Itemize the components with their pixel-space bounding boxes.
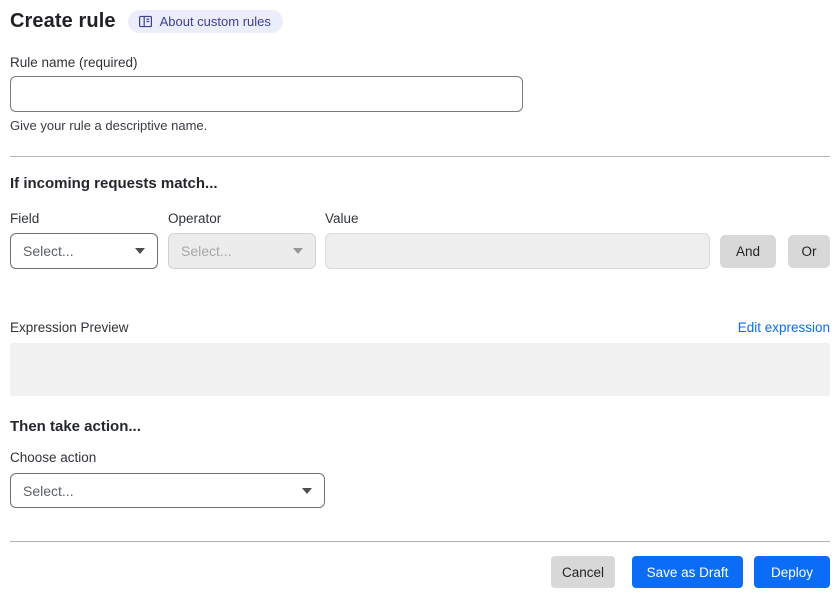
rule-name-label: Rule name (required) (10, 55, 138, 70)
field-label: Field (10, 211, 40, 226)
action-select-value: Select... (23, 482, 74, 499)
or-button[interactable]: Or (788, 234, 830, 268)
deploy-button[interactable]: Deploy (754, 556, 830, 588)
choose-action-label: Choose action (10, 450, 97, 465)
expression-preview-box (10, 343, 830, 396)
value-input (325, 233, 710, 269)
field-select[interactable]: Select... (10, 233, 158, 269)
section-divider-top (10, 156, 830, 157)
operator-label: Operator (168, 211, 222, 226)
book-icon (138, 15, 152, 28)
operator-select-value: Select... (181, 243, 232, 259)
match-section-heading: If incoming requests match... (10, 175, 218, 192)
expression-preview-header: Expression Preview Edit expression (10, 320, 830, 335)
value-label: Value (325, 211, 359, 226)
about-custom-rules-label: About custom rules (159, 14, 271, 29)
expression-builder-row: Select... Select... And Or (10, 233, 830, 269)
action-select[interactable]: Select... (10, 473, 325, 508)
rule-name-helper-text: Give your rule a descriptive name. (10, 118, 208, 133)
page-title: Create rule (10, 10, 116, 32)
chevron-down-icon (135, 248, 145, 254)
cancel-button[interactable]: Cancel (551, 556, 615, 588)
about-custom-rules-link[interactable]: About custom rules (127, 10, 283, 33)
operator-select: Select... (168, 233, 316, 269)
header: Create rule About custom rules (10, 10, 830, 33)
expression-builder-labels: Field Operator Value (10, 211, 830, 226)
expression-preview-label: Expression Preview (10, 320, 129, 335)
action-section-heading: Then take action... (10, 418, 141, 435)
and-button[interactable]: And (720, 234, 776, 268)
footer-actions: Cancel Save as Draft Deploy (10, 556, 830, 588)
create-rule-form: Create rule About custom rules Rule name… (0, 0, 839, 588)
rule-name-input[interactable] (10, 76, 523, 112)
save-as-draft-button[interactable]: Save as Draft (632, 556, 743, 588)
field-select-value: Select... (23, 243, 74, 259)
edit-expression-link[interactable]: Edit expression (738, 320, 830, 335)
chevron-down-icon (302, 487, 312, 494)
chevron-down-icon (293, 248, 303, 254)
footer-divider (10, 541, 830, 542)
